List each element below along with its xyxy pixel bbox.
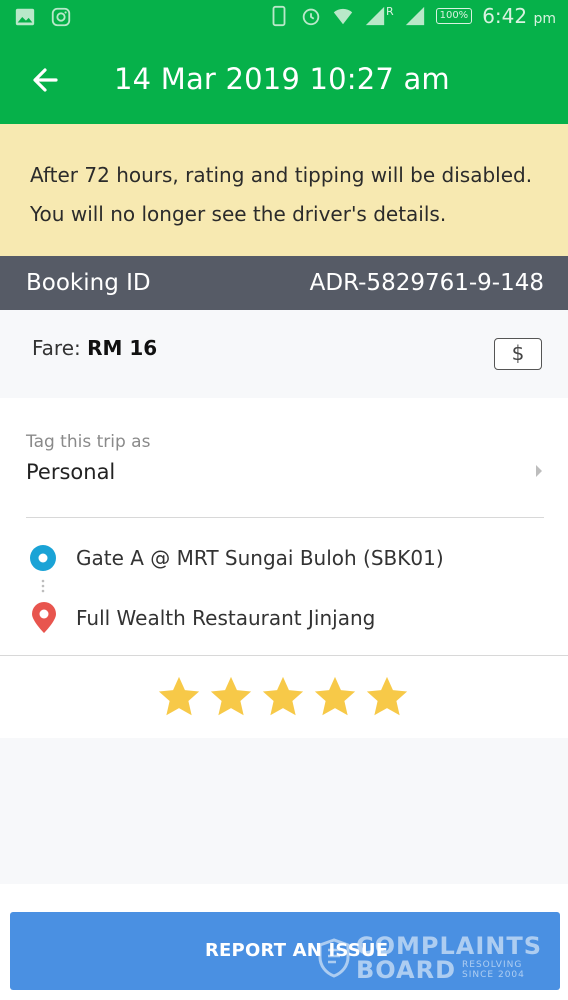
tag-trip-label: Tag this trip as (26, 432, 151, 452)
watermark-text: COMPLAINTS BOARD RESOLVING SINCE 2004 (356, 934, 542, 982)
dropoff-location: Full Wealth Restaurant Jinjang (76, 606, 376, 630)
back-arrow-icon[interactable] (28, 60, 64, 100)
star-icon[interactable] (156, 674, 202, 720)
watermark-line-1: COMPLAINTS (356, 932, 543, 960)
route-dots (41, 579, 45, 593)
status-bar-left (14, 6, 72, 28)
status-bar: R 100% 6:42 pm (0, 0, 568, 36)
watermark: COMPLAINTS BOARD RESOLVING SINCE 2004 (316, 934, 542, 982)
phone-icon (272, 5, 286, 27)
status-bar-right: R 100% 6:42 pm (268, 4, 556, 28)
watermark-tagline: RESOLVING SINCE 2004 (462, 960, 525, 980)
fare-label: Fare: (32, 336, 81, 360)
page-title: 14 Mar 2019 10:27 am (114, 62, 450, 96)
status-time: 6:42 pm (482, 4, 556, 28)
watermark-tag-1: RESOLVING (462, 960, 523, 970)
app-bar: 14 Mar 2019 10:27 am (0, 36, 568, 124)
shield-icon (318, 938, 350, 978)
fare-section: Fare: RM 16 $ (0, 310, 568, 398)
tip-button[interactable]: $ (494, 338, 542, 370)
report-issue-button[interactable]: REPORT AN ISSUE COMPLAINTS BOARD RESOLVI… (10, 912, 560, 990)
signal-icon (365, 6, 385, 26)
pickup-location: Gate A @ MRT Sungai Buloh (SBK01) (76, 546, 444, 570)
divider (26, 517, 544, 518)
rating-stars (156, 674, 410, 720)
status-time-ampm: pm (533, 11, 556, 27)
pickup-dot-icon (30, 545, 56, 571)
fare-value: RM 16 (87, 336, 158, 360)
tag-trip-value: Personal (26, 460, 116, 484)
watermark-line-2: BOARD RESOLVING SINCE 2004 (356, 958, 542, 982)
star-icon[interactable] (312, 674, 358, 720)
footer: REPORT AN ISSUE COMPLAINTS BOARD RESOLVI… (0, 884, 568, 1000)
watermark-tag-2: SINCE 2004 (462, 970, 525, 980)
gallery-icon (15, 8, 35, 26)
booking-id-value: ADR-5829761-9-148 (309, 270, 544, 296)
tag-trip-row[interactable]: Tag this trip as Personal (0, 398, 568, 518)
booking-id-bar: Booking ID ADR-5829761-9-148 (0, 256, 568, 310)
notice-line-2: You will no longer see the driver's deta… (30, 202, 447, 226)
location-pin-icon (32, 602, 56, 633)
roaming-indicator: R (385, 4, 394, 18)
status-time-value: 6:42 (482, 4, 528, 28)
dropoff-location-row: Full Wealth Restaurant Jinjang (0, 598, 568, 638)
alarm-icon (302, 8, 320, 26)
star-icon[interactable] (260, 674, 306, 720)
notice-banner: After 72 hours, rating and tipping will … (0, 124, 568, 256)
chevron-right-icon (536, 465, 542, 477)
pickup-location-row: Gate A @ MRT Sungai Buloh (SBK01) (0, 538, 568, 578)
wifi-icon (333, 8, 353, 25)
watermark-board: BOARD (356, 956, 457, 984)
signal-icon (405, 6, 424, 26)
divider (0, 655, 568, 656)
battery-indicator: 100% (435, 8, 473, 24)
trip-details-card: Tag this trip as Personal Gate A @ MRT S… (0, 398, 568, 738)
booking-id-label: Booking ID (26, 270, 151, 296)
star-icon[interactable] (364, 674, 410, 720)
notice-line-1: After 72 hours, rating and tipping will … (30, 163, 533, 187)
instagram-icon (51, 7, 71, 27)
star-icon[interactable] (208, 674, 254, 720)
fare-text: Fare: RM 16 (32, 336, 157, 360)
